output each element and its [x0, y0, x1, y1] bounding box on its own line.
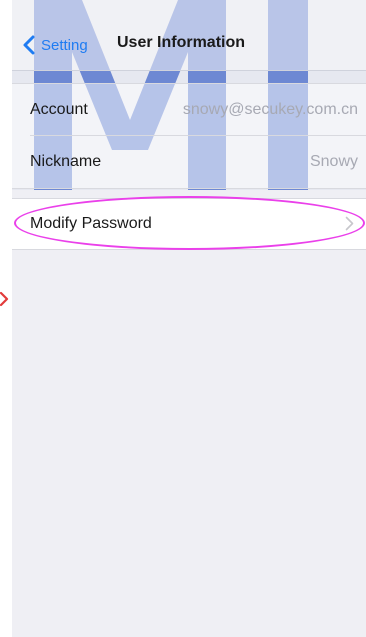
chevron-left-icon	[23, 35, 35, 55]
modify-password-group: Modify Password	[12, 198, 366, 250]
back-button[interactable]: Setting	[20, 30, 88, 60]
nickname-row[interactable]: Nickname Snowy	[12, 136, 366, 188]
account-label: Account	[30, 101, 88, 118]
modify-password-label: Modify Password	[30, 215, 152, 232]
user-info-group: Account snowy@secukey.com.cn Nickname Sn…	[12, 83, 366, 189]
account-value: snowy@secukey.com.cn	[182, 101, 358, 118]
phone-screen: MI Setting User Information Account snow…	[12, 0, 366, 637]
chevron-right-icon	[345, 216, 354, 231]
red-arrow-icon	[0, 291, 9, 307]
page-title: User Information	[117, 34, 246, 51]
nickname-value: Snowy	[309, 153, 358, 170]
account-row: Account snowy@secukey.com.cn	[12, 84, 366, 136]
back-button-label: Setting	[41, 36, 88, 54]
nickname-label: Nickname	[30, 153, 102, 170]
navigation-bar: Setting User Information	[12, 0, 366, 71]
modify-password-row[interactable]: Modify Password	[12, 199, 366, 249]
